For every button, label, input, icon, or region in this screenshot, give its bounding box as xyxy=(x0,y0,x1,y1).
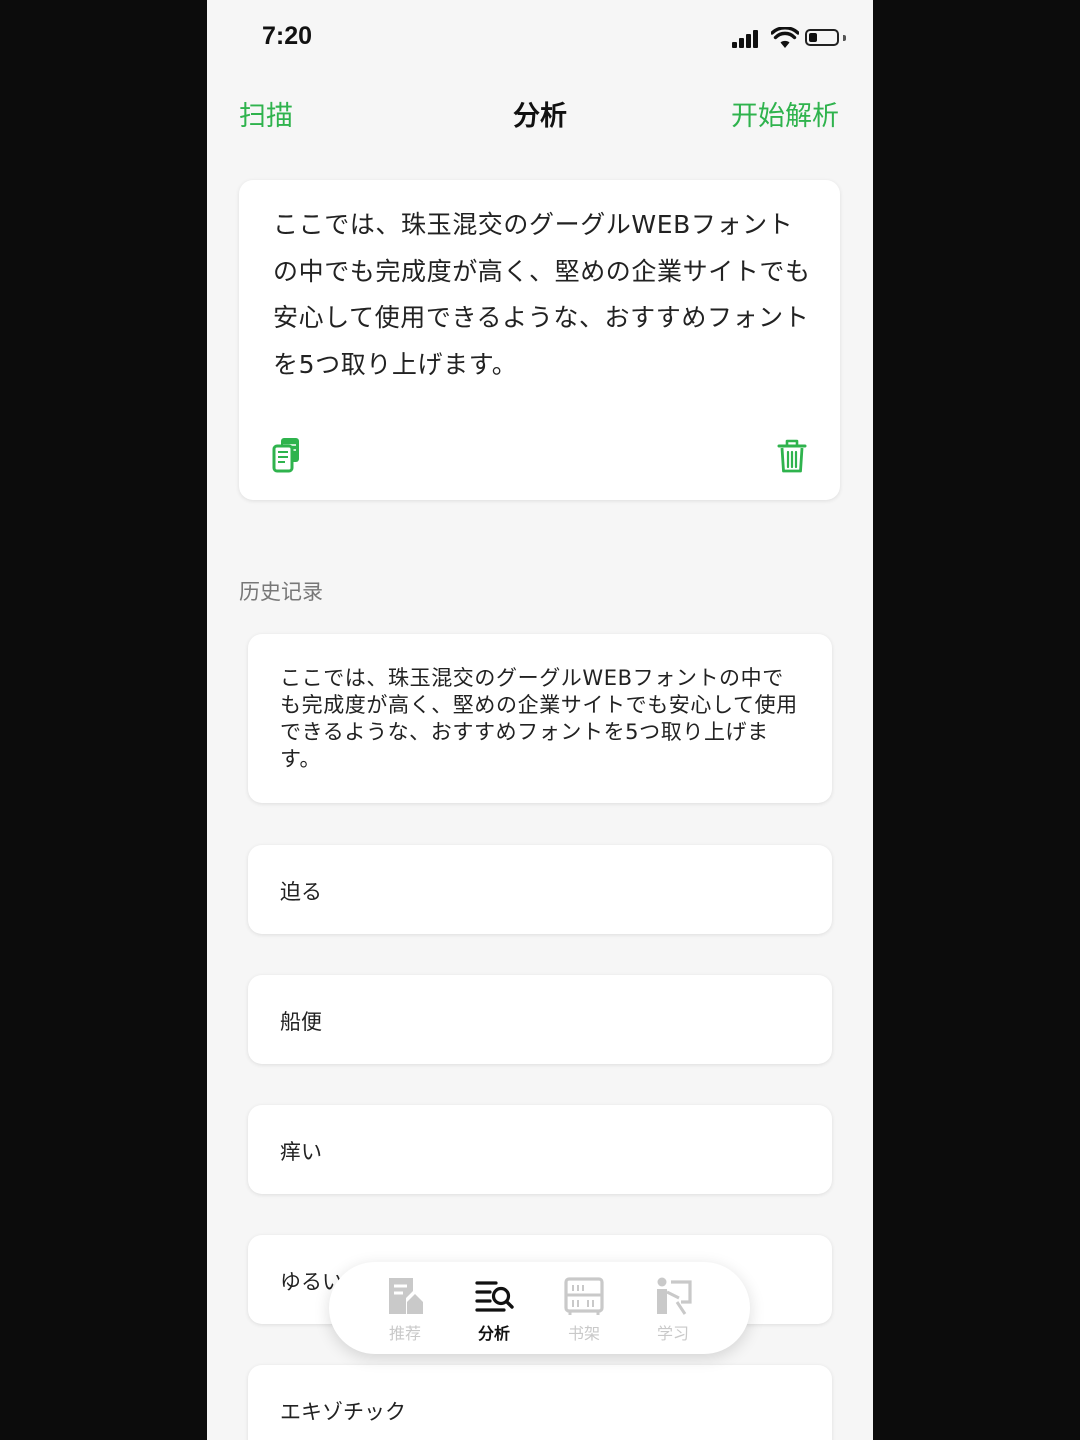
history-label: 历史记录 xyxy=(239,580,323,604)
signal-icon xyxy=(732,30,764,48)
study-icon xyxy=(657,1277,692,1315)
phone-screen: 7:20 扫描 分析 开始解析 ここでは、珠玉混交のグーグルWEBフォントの中で… xyxy=(207,0,873,1440)
history-item[interactable]: 迫る xyxy=(248,845,832,934)
history-item-text: ここでは、珠玉混交のグーグルWEBフォントの中でも完成度が高く、堅めの企業サイト… xyxy=(280,666,798,771)
input-text[interactable]: ここでは、珠玉混交のグーグルWEBフォントの中でも完成度が高く、堅めの企業サイト… xyxy=(273,202,813,388)
navigation-bar: 扫描 分析 开始解析 xyxy=(207,86,873,138)
wifi-icon xyxy=(771,27,799,48)
tab-bar: 推荐 分析 书架 学习 xyxy=(329,1262,750,1354)
recommend-icon xyxy=(389,1278,423,1314)
history-item-text: 痒い xyxy=(280,1140,322,1164)
battery-icon xyxy=(805,29,839,46)
tab-study-label: 学习 xyxy=(656,1324,689,1343)
tab-recommend-label: 推荐 xyxy=(388,1324,421,1343)
history-item[interactable]: エキゾチック xyxy=(248,1365,832,1440)
tab-recommend[interactable]: 推荐 xyxy=(365,1262,445,1354)
tab-analysis-label: 分析 xyxy=(477,1324,510,1343)
history-item[interactable]: 痒い xyxy=(248,1105,832,1194)
tab-study[interactable]: 学习 xyxy=(633,1262,713,1354)
history-item-text: 船便 xyxy=(280,1010,322,1034)
history-item[interactable]: ここでは、珠玉混交のグーグルWEBフォントの中でも完成度が高く、堅めの企業サイト… xyxy=(248,634,832,803)
tab-bookshelf[interactable]: 书架 xyxy=(544,1262,624,1354)
status-bar: 7:20 xyxy=(207,0,873,80)
status-time: 7:20 xyxy=(262,22,313,50)
tab-bookshelf-label: 书架 xyxy=(567,1324,600,1343)
history-item-text: 迫る xyxy=(280,880,322,904)
history-item[interactable]: 船便 xyxy=(248,975,832,1064)
analysis-icon xyxy=(475,1281,514,1312)
copy-icon[interactable] xyxy=(269,436,305,476)
start-analysis-button[interactable]: 开始解析 xyxy=(731,94,839,133)
input-card[interactable]: ここでは、珠玉混交のグーグルWEBフォントの中でも完成度が高く、堅めの企業サイト… xyxy=(239,180,840,500)
tab-analysis[interactable]: 分析 xyxy=(454,1262,534,1354)
trash-icon[interactable] xyxy=(776,438,808,474)
history-item-text: エキゾチック xyxy=(280,1400,406,1424)
bookshelf-icon xyxy=(564,1277,604,1315)
